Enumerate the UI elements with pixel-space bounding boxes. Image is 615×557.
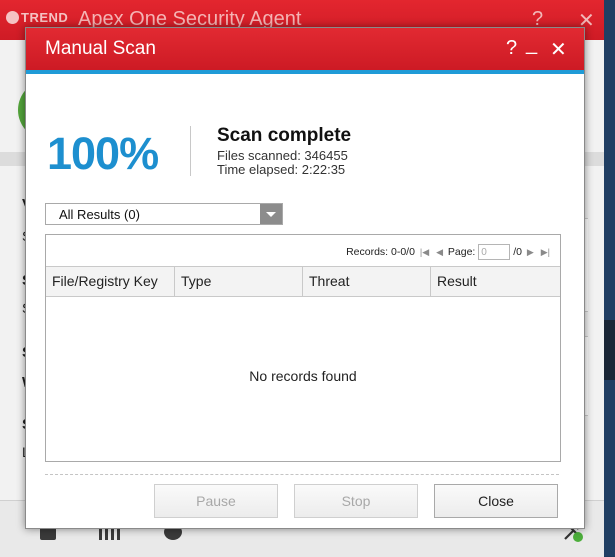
files-scanned-text: Files scanned: 346455 bbox=[217, 148, 348, 163]
desktop-strip bbox=[604, 320, 615, 380]
page-total: /0 bbox=[513, 246, 522, 258]
manual-scan-dialog: Manual Scan ? _ ✕ 100% Scan complete Fil… bbox=[25, 27, 585, 529]
close-icon[interactable]: ✕ bbox=[550, 37, 567, 62]
pause-button[interactable]: Pause bbox=[154, 484, 278, 518]
results-table: Records: 0-0/0 |◀ ◀ Page: /0 ▶ ▶| File/R… bbox=[45, 234, 561, 462]
dialog-title: Manual Scan bbox=[45, 38, 156, 59]
summary-divider bbox=[190, 126, 191, 176]
minimize-icon[interactable]: _ bbox=[526, 33, 537, 56]
records-count: Records: 0-0/0 bbox=[346, 246, 415, 258]
page-label: Page: bbox=[447, 246, 476, 258]
help-icon[interactable]: ? bbox=[506, 37, 517, 60]
next-page-icon[interactable]: ▶ bbox=[527, 247, 534, 257]
button-separator bbox=[45, 474, 559, 475]
scan-status-title: Scan complete bbox=[217, 125, 352, 146]
page-number-input[interactable] bbox=[478, 244, 511, 260]
scan-progress-percent: 100% bbox=[47, 128, 159, 179]
first-page-icon[interactable]: |◀ bbox=[420, 247, 429, 257]
last-page-icon[interactable]: ▶| bbox=[541, 247, 550, 257]
column-header-file-registry-key[interactable]: File/Registry Key bbox=[46, 267, 175, 296]
previous-page-icon[interactable]: ◀ bbox=[436, 247, 443, 257]
stop-button[interactable]: Stop bbox=[294, 484, 418, 518]
table-header: File/Registry Key Type Threat Result bbox=[46, 266, 560, 297]
column-header-result[interactable]: Result bbox=[431, 267, 560, 296]
empty-table-message: No records found bbox=[249, 368, 357, 384]
results-filter-value: All Results (0) bbox=[59, 207, 140, 222]
trend-logo: TREND bbox=[6, 10, 68, 25]
column-header-threat[interactable]: Threat bbox=[303, 267, 431, 296]
pager: Records: 0-0/0 |◀ ◀ Page: /0 ▶ ▶| bbox=[346, 244, 552, 260]
chevron-down-icon[interactable] bbox=[260, 204, 282, 224]
column-header-type[interactable]: Type bbox=[175, 267, 303, 296]
dialog-accent-line bbox=[26, 70, 584, 74]
results-filter-dropdown[interactable]: All Results (0) bbox=[45, 203, 283, 225]
time-elapsed-text: Time elapsed: 2:22:35 bbox=[217, 162, 346, 177]
close-button[interactable]: Close bbox=[434, 484, 558, 518]
dialog-titlebar: Manual Scan ? _ ✕ bbox=[26, 28, 584, 70]
